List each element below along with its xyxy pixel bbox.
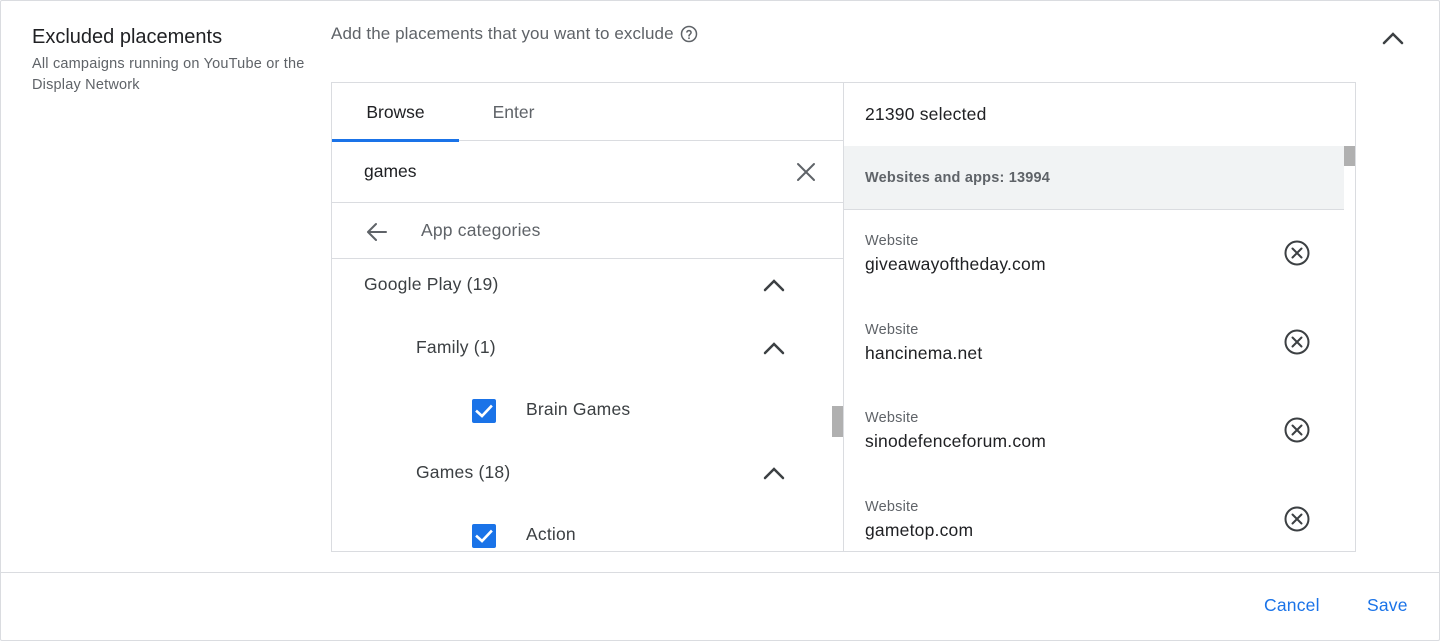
- chevron-up-icon[interactable]: [760, 460, 788, 488]
- placement-url: giveawayoftheday.com: [865, 254, 1046, 274]
- instruction-text: Add the placements that you want to excl…: [331, 24, 698, 44]
- back-button[interactable]: [363, 218, 391, 246]
- cancel-button[interactable]: Cancel: [1264, 595, 1320, 616]
- placement-type: Website: [865, 410, 919, 426]
- placement-type: Website: [865, 233, 919, 249]
- placement-type: Website: [865, 322, 919, 338]
- search-row: [332, 141, 844, 203]
- tab-browse[interactable]: Browse: [332, 83, 459, 142]
- category-breadcrumb: App categories: [332, 203, 844, 259]
- list-item: Website hancinema.net: [844, 322, 1344, 410]
- selected-panel: 21390 selected Websites and apps: 13994 …: [843, 82, 1356, 552]
- remove-placement-button[interactable]: [1283, 505, 1311, 533]
- remove-placement-button[interactable]: [1283, 239, 1311, 267]
- list-item: Website giveawayoftheday.com: [844, 233, 1344, 321]
- tree-item-label: Brain Games: [526, 399, 631, 419]
- tree-item-google-play[interactable]: Google Play (19): [332, 266, 832, 306]
- save-button[interactable]: Save: [1367, 595, 1408, 616]
- tab-enter-label: Enter: [492, 101, 535, 122]
- tree-item-label: Action: [526, 524, 576, 544]
- remove-circle-icon: [1284, 240, 1310, 266]
- tree-item-label: Games (18): [416, 462, 511, 482]
- search-input[interactable]: [364, 157, 784, 185]
- chevron-up-icon[interactable]: [760, 272, 788, 300]
- checkbox-checked-icon[interactable]: [472, 399, 496, 423]
- breadcrumb-label: App categories: [421, 220, 541, 240]
- tab-browse-label: Browse: [366, 101, 425, 122]
- list-item: Website sinodefenceforum.com: [844, 410, 1344, 498]
- remove-circle-icon: [1284, 506, 1310, 532]
- selected-count: 21390 selected: [865, 104, 987, 124]
- tree-item-action[interactable]: Action: [332, 516, 832, 551]
- chevron-up-icon: [1382, 32, 1404, 45]
- tree-item-brain-games[interactable]: Brain Games: [332, 391, 832, 431]
- tree-item-label: Family (1): [416, 337, 496, 357]
- tab-enter[interactable]: Enter: [459, 83, 568, 141]
- tree-item-games[interactable]: Games (18): [332, 454, 832, 494]
- selected-scrollbar[interactable]: [1344, 146, 1355, 166]
- remove-placement-button[interactable]: [1283, 328, 1311, 356]
- excluded-placements-card: Excluded placements All campaigns runnin…: [0, 0, 1440, 641]
- clear-search-button[interactable]: [793, 159, 819, 185]
- footer-divider: [1, 572, 1440, 573]
- tab-bar: Browse Enter: [332, 83, 844, 142]
- group-label: Websites and apps: 13994: [865, 170, 1051, 186]
- tree-item-label: Google Play (19): [364, 274, 499, 294]
- category-tree: Google Play (19) Family (1) Brain Games …: [332, 259, 844, 551]
- placement-url: hancinema.net: [865, 343, 983, 363]
- instruction-label: Add the placements that you want to excl…: [331, 24, 674, 43]
- help-circle-icon[interactable]: [680, 25, 698, 43]
- close-icon: [797, 163, 815, 181]
- browse-panel: Browse Enter App categories Google Play …: [331, 82, 844, 552]
- tree-item-family[interactable]: Family (1): [332, 329, 832, 369]
- placement-url: sinodefenceforum.com: [865, 431, 1047, 451]
- collapse-section-button[interactable]: [1379, 25, 1407, 53]
- placement-url: gametop.com: [865, 520, 974, 540]
- chevron-up-icon[interactable]: [760, 335, 788, 363]
- remove-circle-icon: [1284, 417, 1310, 443]
- arrow-back-icon: [367, 223, 387, 241]
- checkbox-checked-icon[interactable]: [472, 524, 496, 548]
- section-subtitle: All campaigns running on YouTube or the …: [32, 56, 305, 93]
- group-header: Websites and apps: 13994: [844, 146, 1344, 210]
- remove-placement-button[interactable]: [1283, 416, 1311, 444]
- placement-type: Website: [865, 499, 919, 515]
- section-title: Excluded placements: [32, 26, 223, 48]
- list-item: Website gametop.com: [844, 499, 1344, 551]
- remove-circle-icon: [1284, 329, 1310, 355]
